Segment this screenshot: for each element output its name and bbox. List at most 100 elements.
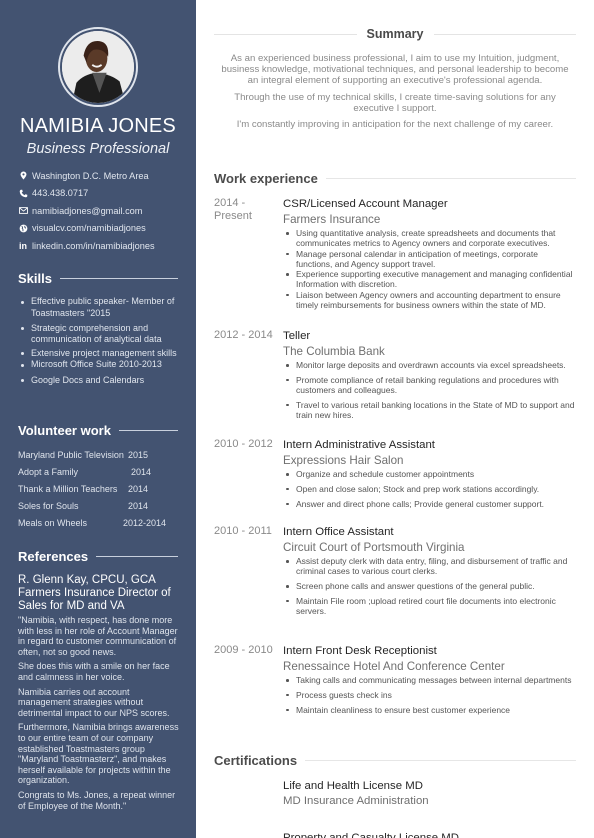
contact-website[interactable]: visualcv.com/namibiadjones xyxy=(17,220,192,238)
volunteer-year: 2014 xyxy=(131,467,152,478)
contact-list: Washington D.C. Metro Area 443.438.0717 … xyxy=(17,167,192,255)
contact-linkedin[interactable]: in linkedin.com/in/namibiadjones xyxy=(17,237,192,255)
job-company: The Columbia Bank xyxy=(283,345,385,358)
volunteer-item: Thank a Million Teachers 2014 xyxy=(18,481,188,498)
person-photo-icon xyxy=(62,31,134,103)
profile-photo xyxy=(62,31,134,103)
skill-item: Effective public speaker- Member of Toas… xyxy=(18,296,188,319)
work-heading: Work experience xyxy=(214,171,576,186)
job-dates: 2010 - 2011 xyxy=(214,525,272,537)
volunteer-heading-label: Volunteer work xyxy=(18,423,111,438)
skills-heading-label: Skills xyxy=(18,271,52,286)
certifications-heading: Certifications xyxy=(214,753,576,768)
volunteer-year: 2015 xyxy=(128,450,149,461)
job-bullets: Using quantitative analysis, create spre… xyxy=(283,228,576,310)
reference-paragraph: Furthermore, Namibia brings awareness to… xyxy=(18,722,179,786)
skills-heading: Skills xyxy=(18,271,178,286)
skills-heading-rule xyxy=(59,278,178,279)
contact-location: Washington D.C. Metro Area xyxy=(17,167,192,185)
reference-paragraph: "Namibia, with respect, has done more wi… xyxy=(18,615,178,657)
volunteer-name: Thank a Million Teachers xyxy=(18,483,118,494)
profile-name: NAMIBIA JONES xyxy=(20,115,176,137)
volunteer-name: Adopt a Family xyxy=(18,467,79,478)
skill-item: Microsoft Office Suite 2010-2013 xyxy=(18,359,188,371)
certification-issuer: MD Insurance Administration xyxy=(283,795,429,807)
job-bullets: Organize and schedule customer appointme… xyxy=(283,469,576,509)
envelope-icon xyxy=(17,205,29,216)
job-bullet: Open and close salon; Stock and prep wor… xyxy=(283,484,576,494)
main-content: Summary As an experienced business profe… xyxy=(214,0,577,838)
contact-phone-text: 443.438.0717 xyxy=(32,188,89,199)
reference-paragraph: Congrats to Ms. Jones, a repeat winner o… xyxy=(18,789,176,811)
job-company: Farmers Insurance xyxy=(283,213,381,226)
job-bullet: Experience supporting executive manageme… xyxy=(283,269,576,290)
job-bullet: Maintain cleanliness to ensure best cust… xyxy=(283,705,576,715)
volunteer-name: Soles for Souls xyxy=(18,500,79,511)
contact-phone: 443.438.0717 xyxy=(17,185,192,203)
volunteer-year: 2014 xyxy=(128,483,149,494)
volunteer-name: Maryland Public Television xyxy=(18,450,124,461)
job-company: Expressions Hair Salon xyxy=(283,454,404,467)
profile-photo-frame xyxy=(58,27,138,107)
references-heading-rule xyxy=(96,556,178,557)
job-body: Teller The Columbia Bank Monitor large d… xyxy=(283,329,576,425)
reference-paragraph: Namibia carries out account management s… xyxy=(18,686,170,718)
phone-icon xyxy=(17,188,29,199)
job-company: Renessaince Hotel And Conference Center xyxy=(283,660,505,673)
summary-text: As an experienced business professional,… xyxy=(220,53,570,135)
references-block: R. Glenn Kay, CPCU, GCA Farmers Insuranc… xyxy=(18,574,184,811)
volunteer-item: Meals on Wheels 2012-2014 xyxy=(18,514,188,531)
certification-entry: Property and Casualty License MD xyxy=(283,831,576,838)
volunteer-year: 2014 xyxy=(128,500,149,511)
job-bullet: Liaison between Agency owners and accoun… xyxy=(283,290,576,311)
volunteer-item: Adopt a Family 2014 xyxy=(18,464,188,481)
summary-paragraph: As an experienced business professional,… xyxy=(221,53,569,87)
volunteer-heading: Volunteer work xyxy=(18,423,178,438)
job-bullet: Screen phone calls and answer questions … xyxy=(283,581,576,591)
reference-paragraph: She does this with a smile on her face a… xyxy=(18,661,170,682)
references-heading: References xyxy=(18,549,178,564)
location-pin-icon xyxy=(17,170,29,181)
job-body: Intern Front Desk Receptionist Renessain… xyxy=(283,644,576,719)
summary-paragraph: Through the use of my technical skills, … xyxy=(234,91,556,114)
sidebar: NAMIBIA JONES Business Professional Wash… xyxy=(0,0,196,838)
job-body: CSR/Licensed Account Manager Farmers Ins… xyxy=(283,197,576,310)
job-dates: 2009 - 2010 xyxy=(214,644,273,656)
job-bullet: Using quantitative analysis, create spre… xyxy=(283,228,576,249)
certification-title: Life and Health License MD xyxy=(283,780,423,792)
job-bullet: Answer and direct phone calls; Provide g… xyxy=(283,499,576,509)
summary-rule-right xyxy=(433,33,577,35)
job-title: Intern Administrative Assistant xyxy=(283,439,435,451)
volunteer-item: Maryland Public Television 2015 xyxy=(18,447,188,464)
job-bullet: Taking calls and communicating messages … xyxy=(283,675,576,685)
summary-heading-label: Summary xyxy=(366,27,424,41)
job-title: CSR/Licensed Account Manager xyxy=(283,198,448,210)
linkedin-icon: in xyxy=(19,240,27,251)
contact-linkedin-link[interactable]: linkedin.com/in/namibiadjones xyxy=(32,241,155,251)
skills-list: Effective public speaker- Member of Toas… xyxy=(18,296,188,386)
skill-item: Google Docs and Calendars xyxy=(18,375,188,387)
summary-rule-left xyxy=(214,33,357,35)
job-bullet: Process guests check ins xyxy=(283,690,576,700)
job-title: Teller xyxy=(283,330,311,342)
volunteer-item: Soles for Souls 2014 xyxy=(18,497,188,514)
job-dates: 2010 - 2012 xyxy=(214,438,273,450)
certifications-heading-label: Certifications xyxy=(214,753,298,768)
skill-item: Extensive project management skills xyxy=(18,348,188,360)
contact-website-link[interactable]: visualcv.com/namibiadjones xyxy=(32,223,146,233)
volunteer-list: Maryland Public Television 2015 Adopt a … xyxy=(18,447,188,531)
job-dates: 2014 - Present xyxy=(214,197,252,222)
job-dates: 2012 - 2014 xyxy=(214,329,273,341)
job-body: Intern Administrative Assistant Expressi… xyxy=(283,438,576,513)
globe-icon xyxy=(17,223,29,234)
job-body: Intern Office Assistant Circuit Court of… xyxy=(283,525,576,621)
contact-email[interactable]: namibiadjones@gmail.com xyxy=(17,202,192,220)
volunteer-heading-rule xyxy=(118,430,178,431)
job-bullets: Assist deputy clerk with data entry, fil… xyxy=(283,556,576,616)
job-title: Intern Office Assistant xyxy=(283,526,394,538)
contact-email-link[interactable]: namibiadjones@gmail.com xyxy=(32,206,142,216)
references-heading-label: References xyxy=(18,549,89,564)
work-heading-rule xyxy=(325,178,576,179)
summary-heading: Summary xyxy=(214,27,577,41)
volunteer-name: Meals on Wheels xyxy=(18,517,88,528)
